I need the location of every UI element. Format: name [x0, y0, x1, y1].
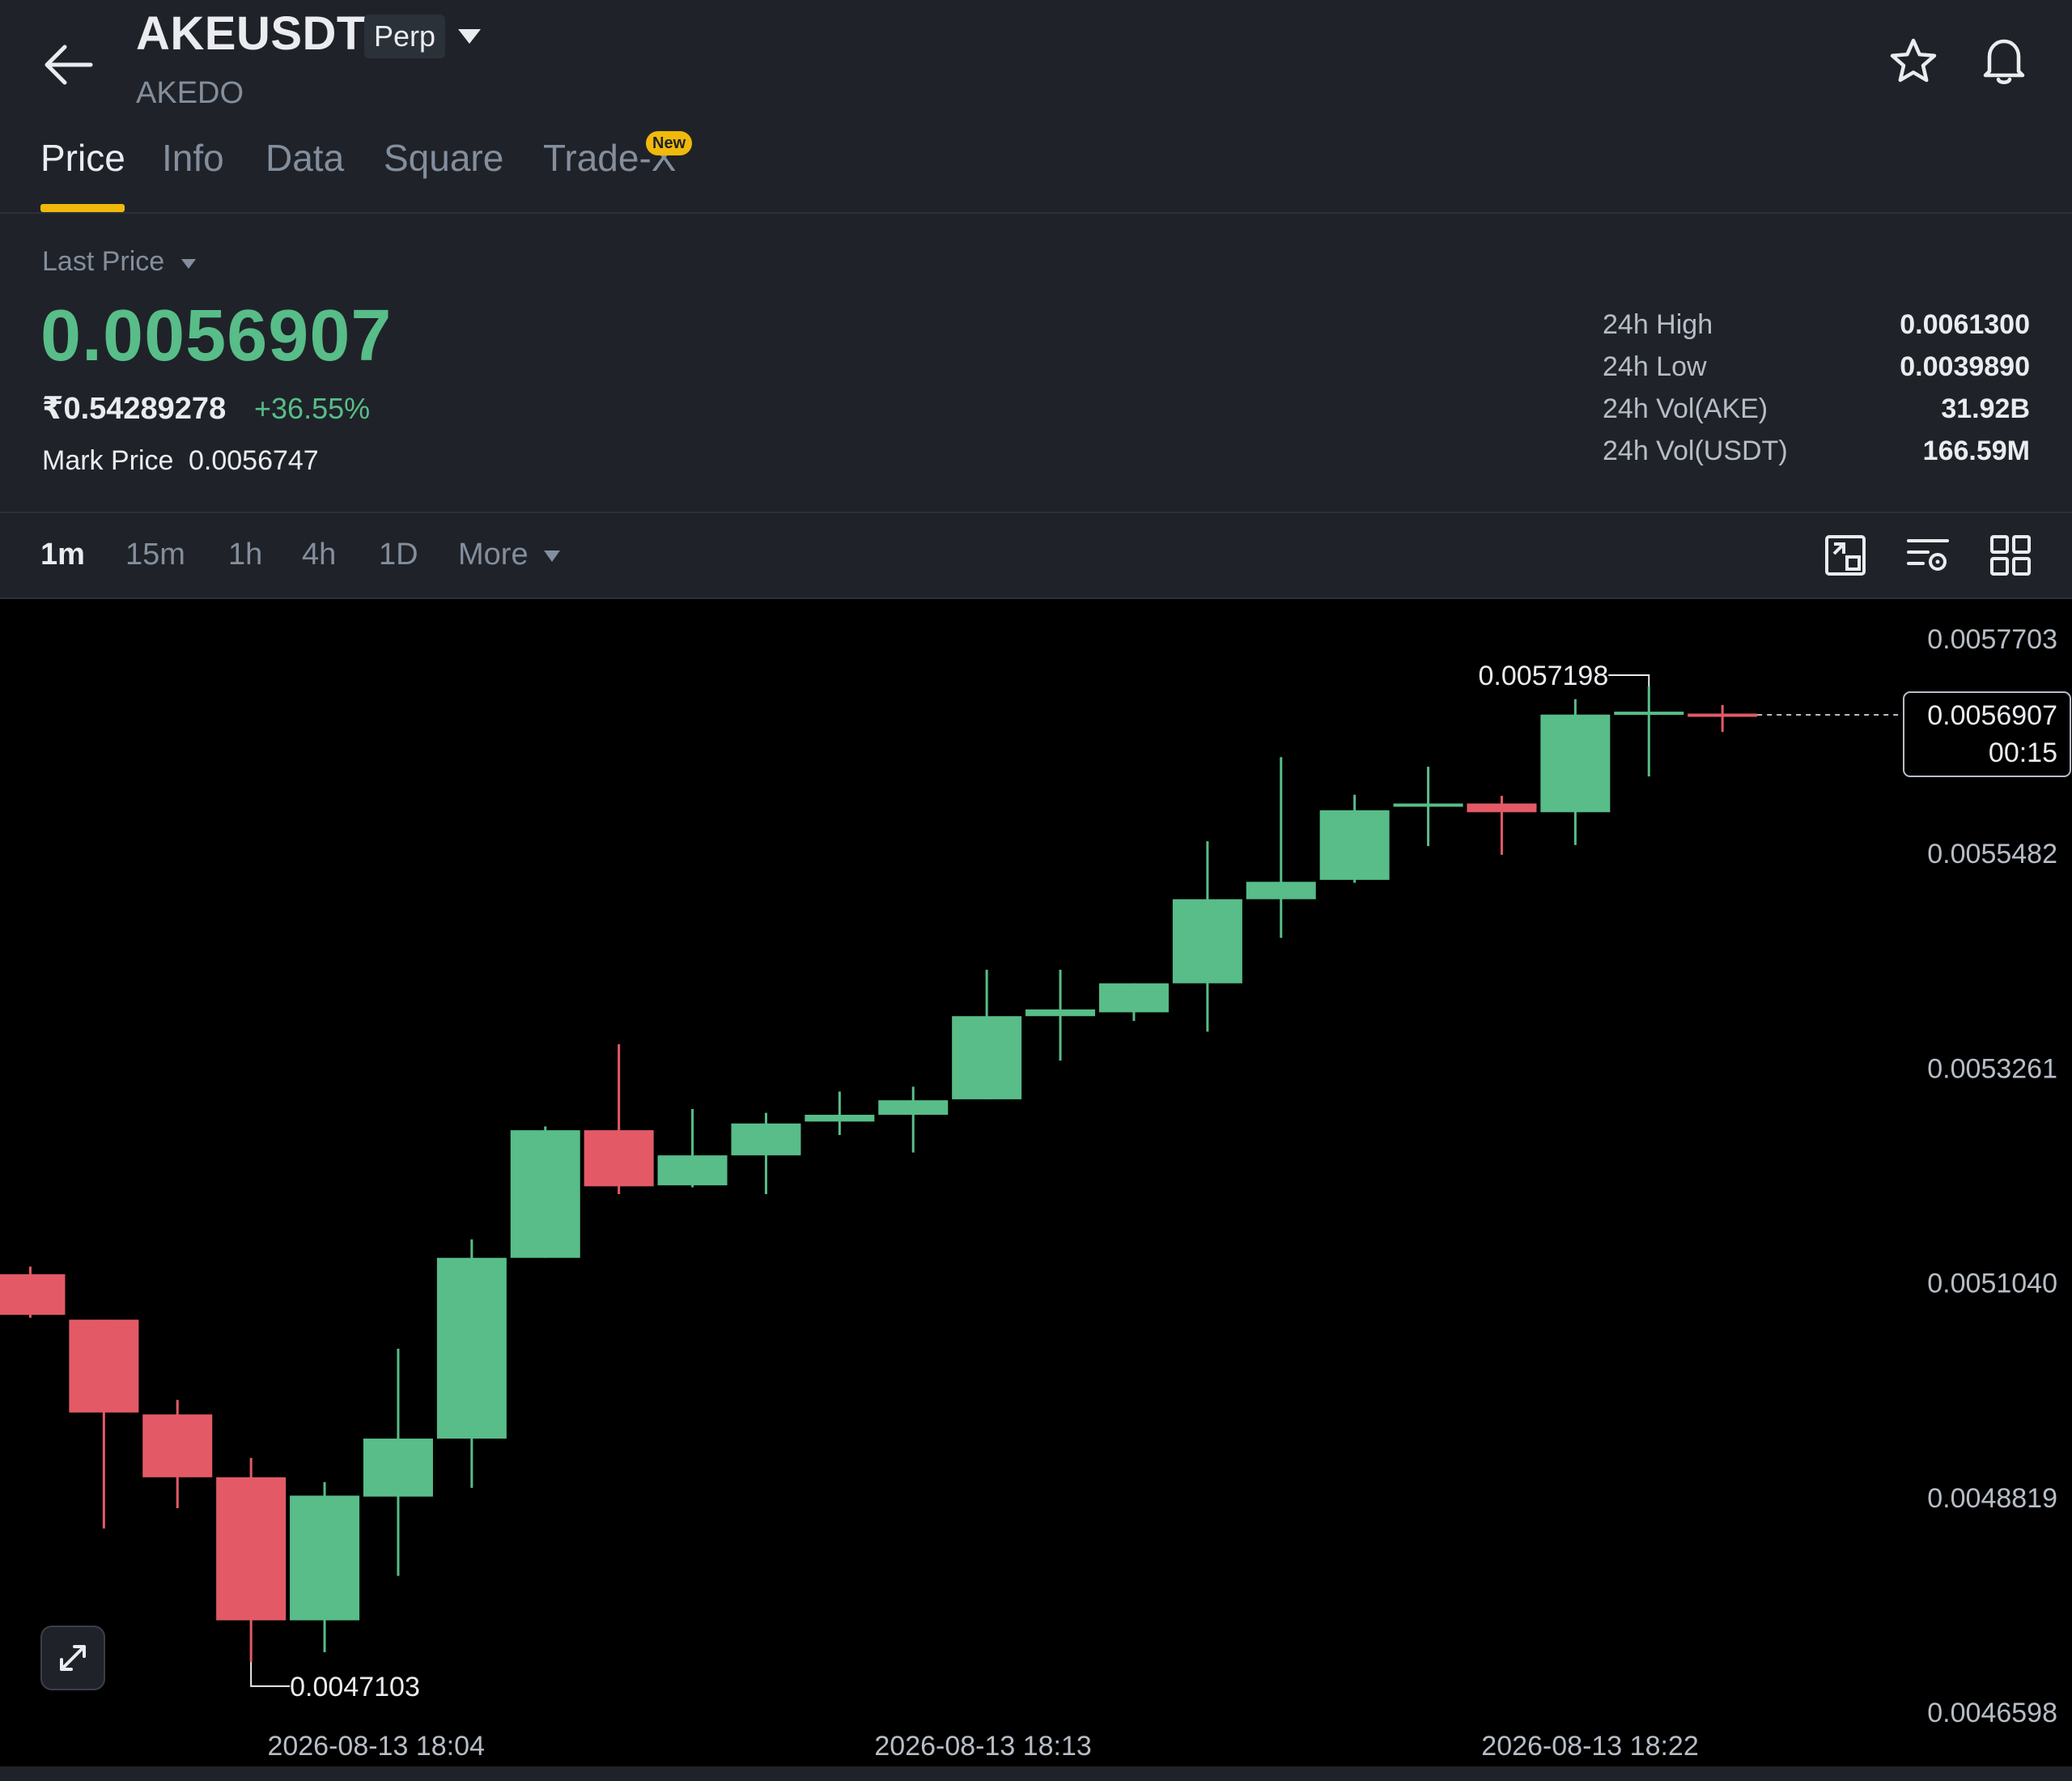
interval-4h[interactable]: 4h [302, 538, 336, 572]
candle-up [290, 1495, 360, 1621]
candle-up [1319, 810, 1390, 880]
candle-down [69, 1320, 139, 1413]
high-marker-line [1608, 674, 1650, 687]
candle-up [1246, 882, 1316, 899]
candle-up [1172, 899, 1242, 984]
candle-down [584, 1130, 654, 1187]
fiat-price-value: ₹0.54289278 [42, 392, 227, 426]
interval-1d[interactable]: 1D [379, 538, 418, 572]
candle-down [0, 1274, 66, 1316]
candlestick-chart[interactable]: 0.0057703 0.0055482 0.0053261 0.0051040 0.00… [0, 599, 2072, 1766]
mark-price-value: 0.0056747 [189, 445, 319, 476]
candle-down [216, 1477, 287, 1621]
interval-1h[interactable]: 1h [228, 538, 262, 572]
last-price-value: 0.0056907 [40, 295, 393, 376]
tab-data[interactable]: Data [265, 136, 344, 180]
candle-up [878, 1100, 949, 1116]
candle-down [1467, 803, 1537, 813]
stat-label-24h-vol-quote: 24h Vol(USDT) [1603, 436, 1788, 466]
stat-value-24h-low: 0.0039890 [1900, 351, 2030, 382]
y-axis-tick-label: 0.0046598 [1927, 1698, 2057, 1728]
candle-down [1688, 713, 1758, 717]
indicator-settings-button[interactable] [1905, 533, 1951, 578]
interval-15m[interactable]: 15m [125, 538, 185, 572]
candle-up [952, 1016, 1022, 1099]
interval-toolbar: 1m 15m 1h 4h 1D More [0, 513, 2072, 600]
bell-icon [1983, 39, 2025, 84]
price-alert-button[interactable] [1978, 34, 2030, 87]
candle-up [1393, 803, 1463, 807]
y-axis-tick-label: 0.0053261 [1927, 1053, 2057, 1084]
interval-more-button[interactable]: More [458, 538, 529, 572]
bottom-strip [0, 1766, 2072, 1781]
back-button[interactable] [40, 40, 97, 89]
fullscreen-button[interactable] [40, 1626, 105, 1690]
candle-up [510, 1130, 580, 1258]
arrow-left-icon [45, 45, 93, 85]
y-axis-tick-label: 0.0055482 [1927, 839, 2057, 869]
stat-value-24h-vol-quote: 166.59M [1922, 436, 2030, 466]
symbol-switch-button[interactable] [453, 24, 486, 49]
chart-style-button[interactable] [1823, 533, 1868, 578]
candle-up [731, 1123, 801, 1156]
price-summary: Last Price 0.0056907 ₹0.54289278 +36.55%… [0, 214, 2072, 513]
stat-label-24h-low: 24h Low [1603, 351, 1707, 382]
current-price-label: 0.0056907 [1927, 700, 2057, 731]
x-axis-tick-label: 2026-08-13 18:22 [1481, 1731, 1698, 1762]
caret-down-icon [181, 259, 196, 269]
candle-down [142, 1414, 213, 1477]
candle-up [363, 1439, 433, 1497]
stat-label-24h-high: 24h High [1603, 309, 1713, 340]
caret-down-icon [458, 29, 481, 44]
layout-grid-button[interactable] [1988, 533, 2033, 578]
caret-down-icon [544, 550, 560, 562]
symbol-title[interactable]: AKEUSDT [136, 6, 366, 61]
new-badge: New [646, 131, 693, 155]
y-axis-tick-label: 0.0048819 [1927, 1483, 2057, 1514]
layout-grid-icon [1990, 535, 2031, 576]
candle-up [805, 1115, 875, 1122]
candle-up [657, 1155, 728, 1186]
top-bar: AKEUSDT Perp AKEDO Price Info Data Squar… [0, 0, 2072, 214]
y-axis-tick-label: 0.0057703 [1927, 624, 2057, 655]
candle-up [1540, 714, 1611, 813]
stat-label-24h-vol-base: 24h Vol(AKE) [1603, 393, 1768, 424]
chart-style-icon [1825, 535, 1866, 576]
star-icon [1890, 38, 1937, 83]
indicator-settings-icon [1907, 539, 1949, 571]
price-type-selector[interactable]: Last Price [42, 246, 164, 278]
candle-countdown-label: 00:15 [1989, 737, 2057, 768]
candle-up [1025, 1009, 1096, 1017]
favorite-button[interactable] [1887, 36, 1939, 87]
x-axis-tick-label: 2026-08-13 18:04 [267, 1731, 484, 1762]
active-tab-indicator [40, 204, 125, 212]
stat-value-24h-vol-base: 31.92B [1941, 393, 2030, 424]
low-marker-line [250, 1661, 291, 1687]
tab-square[interactable]: Square [384, 136, 503, 180]
tab-info[interactable]: Info [162, 136, 224, 180]
contract-type-badge: Perp [364, 15, 446, 58]
price-change-percent: +36.55% [254, 392, 371, 425]
stat-value-24h-high: 0.0061300 [1900, 309, 2030, 340]
chart-canvas: 0.0057703 0.0055482 0.0053261 0.0051040 0.00… [0, 624, 2071, 1762]
x-axis-tick-label: 2026-08-13 18:13 [874, 1731, 1091, 1762]
expand-icon [60, 1645, 86, 1671]
low-price-label: 0.0047103 [290, 1672, 420, 1702]
candle-up [436, 1257, 507, 1439]
candle-up [1614, 712, 1684, 716]
y-axis-tick-label: 0.0051040 [1927, 1269, 2057, 1299]
high-price-label: 0.0057198 [1479, 661, 1609, 691]
base-asset-name: AKEDO [136, 76, 244, 110]
mark-price-label: Mark Price [42, 445, 174, 476]
interval-1m[interactable]: 1m [40, 538, 85, 572]
tab-price[interactable]: Price [40, 136, 125, 180]
candle-up [1098, 983, 1169, 1013]
